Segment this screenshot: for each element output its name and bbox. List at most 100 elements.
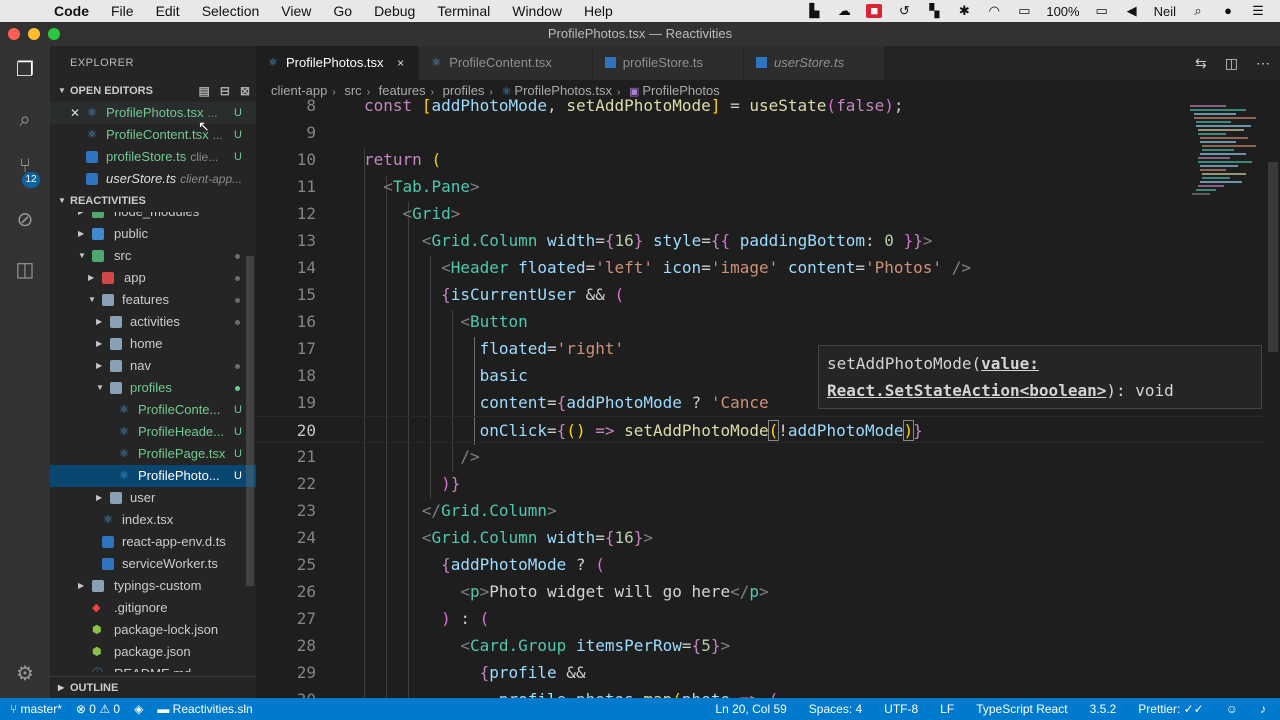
tab-user-store[interactable]: userStore.ts [744,46,886,80]
warning-icon: ⚠ [99,702,114,716]
explorer-icon[interactable]: ❐ [13,58,37,82]
problems-status[interactable]: ⊗ 0 ⚠ 0 [76,698,120,720]
tree-file-selected[interactable]: ⚛ ProfilePhoto... U [50,465,256,487]
tree-file[interactable]: ⚛ ProfileConte... U [50,399,256,421]
tree-folder[interactable]: ▼ src [50,245,256,267]
airplay-icon[interactable]: ▭ [1016,4,1032,18]
tree-file[interactable]: ⓘREADME.md [50,663,256,672]
open-editor-item[interactable]: userStore.ts client-app... [50,168,256,190]
tree-file[interactable]: ⚛ ProfilePage.tsx U [50,443,256,465]
menu-selection[interactable]: Selection [202,3,260,19]
menu-app[interactable]: Code [54,3,89,19]
tree-file[interactable]: react-app-env.d.ts [50,531,256,553]
tree-folder[interactable]: ▶ app [50,267,256,289]
minimize-window-button[interactable] [28,28,40,40]
debug-icon[interactable]: ⊘ [13,208,37,232]
tree-folder[interactable]: ▶ user [50,487,256,509]
eol-status[interactable]: LF [940,698,954,720]
spotlight-icon[interactable]: ⌕ [1190,4,1206,18]
siri-icon[interactable]: ● [1220,4,1236,18]
bluetooth-icon[interactable]: ✱ [956,4,972,18]
record-icon[interactable]: ■ [866,4,883,18]
tree-file[interactable]: ⚛ index.tsx [50,509,256,531]
explorer-title: EXPLORER [70,57,134,69]
minimap[interactable] [1186,102,1266,202]
prettier-status[interactable]: Prettier: ✓✓ [1138,698,1203,720]
mac-menubar: Code File Edit Selection View Go Debug T… [0,0,1280,22]
folder-icon [110,360,122,372]
feedback-icon[interactable]: ☺ [1226,698,1238,720]
tree-file[interactable]: ⚛ ProfileHeade... U [50,421,256,443]
sidebar-scrollbar[interactable] [246,256,254,586]
tree-folder[interactable]: ▼ features [50,289,256,311]
close-all-icon[interactable]: ⊠ [240,80,250,102]
tree-folder[interactable]: ▶ typings-custom [50,575,256,597]
cloud-icon[interactable]: ☁ [836,4,852,18]
react-file-icon: ⚛ [119,470,129,482]
tree-folder[interactable]: ▶node_modules [50,212,256,223]
open-editor-item[interactable]: ✕ ⚛ ProfilePhotos.tsx... U [50,102,256,124]
live-share-icon[interactable]: ◈ [134,698,143,720]
tree-file[interactable]: ◆ .gitignore [50,597,256,619]
menu-debug[interactable]: Debug [374,3,415,19]
tree-file[interactable]: ⬢ package-lock.json [50,619,256,641]
tree-folder[interactable]: ▶ public [50,223,256,245]
indentation-status[interactable]: Spaces: 4 [809,698,862,720]
tree-file[interactable]: ⬢ package.json [50,641,256,663]
time-machine-icon[interactable]: ↺ [896,4,912,18]
bell-icon[interactable]: ♪ [1260,698,1266,720]
save-all-icon[interactable]: ▤ [199,80,210,102]
menu-window[interactable]: Window [512,3,562,19]
menu-view[interactable]: View [281,3,311,19]
gear-icon[interactable]: ⚙ [13,662,37,686]
tab-profile-photos[interactable]: ⚛ ProfilePhotos.tsx × [256,46,420,80]
tree-folder[interactable]: ▶ nav [50,355,256,377]
battery-icon[interactable]: ▭ [1094,4,1110,18]
scrollbar-thumb[interactable] [1268,162,1278,352]
tab-profile-content[interactable]: ⚛ ProfileContent.tsx [419,46,593,80]
open-editors-header[interactable]: ▼ OPEN EDITORS ▤ ⊟ ⊠ [50,80,256,102]
more-actions-icon[interactable]: ⋯ [1256,55,1270,72]
menu-terminal[interactable]: Terminal [437,3,490,19]
language-mode[interactable]: TypeScript React [976,698,1067,720]
close-icon[interactable]: × [397,56,404,70]
menu-edit[interactable]: Edit [156,3,180,19]
volume-icon[interactable]: ◀ [1124,4,1140,18]
collapse-icon[interactable]: ⊟ [220,80,230,102]
extensions-icon[interactable]: ◫ [13,258,37,282]
outline-header[interactable]: ▶ OUTLINE [50,676,256,698]
mic-icon[interactable]: ▙ [806,4,822,18]
project-header[interactable]: ▼ REACTIVITIES [50,190,256,212]
tree-file[interactable]: serviceWorker.ts [50,553,256,575]
open-changes-icon[interactable]: ⇆ [1195,55,1207,72]
editor-scrollbar[interactable] [1266,102,1280,698]
tree-folder[interactable]: ▶ activities [50,311,256,333]
tab-profile-store[interactable]: profileStore.ts [592,46,744,80]
git-branch[interactable]: ⑂ master* [10,698,62,720]
menu-help[interactable]: Help [584,3,613,19]
ts-version[interactable]: 3.5.2 [1090,698,1117,720]
cursor-position[interactable]: Ln 20, Col 59 [715,698,786,720]
ts-file-icon [756,57,767,68]
chevron-right-icon: ▶ [58,683,65,692]
notification-center-icon[interactable]: ☰ [1250,4,1266,18]
folder-icon [110,492,122,504]
open-editor-item[interactable]: ⚛ ProfileContent.tsx... U [50,124,256,146]
open-editor-item[interactable]: profileStore.ts clie... U [50,146,256,168]
display-icon[interactable]: ▚ [926,4,942,18]
menu-file[interactable]: File [111,3,134,19]
menu-go[interactable]: Go [333,3,352,19]
close-window-button[interactable] [8,28,20,40]
split-editor-icon[interactable]: ◫ [1225,55,1238,72]
wifi-icon[interactable]: ◠ [986,4,1002,18]
close-icon[interactable]: ✕ [70,102,80,124]
chevron-down-icon: ▼ [58,86,66,95]
encoding-status[interactable]: UTF-8 [884,698,918,720]
tree-folder[interactable]: ▶ home [50,333,256,355]
tree-folder[interactable]: ▼ profiles [50,377,256,399]
chevron-right-icon: ▶ [78,581,85,590]
search-icon[interactable]: ⌕ [13,108,37,132]
solution-status[interactable]: ▬ Reactivities.sln [157,698,252,720]
zoom-window-button[interactable] [48,28,60,40]
user-name[interactable]: Neil [1154,4,1176,19]
